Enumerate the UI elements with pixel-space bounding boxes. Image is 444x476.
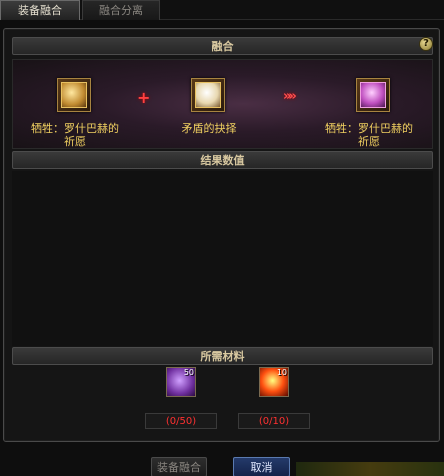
tab-bar: 装备融合 融合分离 [0,0,444,20]
material-count-2: 10 [276,368,287,377]
fusion-area: + »» 牺牲：罗什巴赫的 祈愿 矛盾的抉择 牺牲：罗什巴赫的 祈愿 [12,59,433,149]
right-item-label: 牺牲：罗什巴赫的 祈愿 [325,122,413,148]
middle-item-label: 矛盾的抉择 [181,122,237,135]
left-item-label: 牺牲：罗什巴赫的 祈愿 [31,122,119,148]
materials-header: 所需材料 [12,347,433,365]
help-icon[interactable]: ? [419,37,433,51]
material-count-1: 50 [183,368,194,377]
fusion-header: 融合 [12,37,433,55]
result-values-header: 结果数值 [12,151,433,169]
tab-fusion-separation[interactable]: 融合分离 [82,0,160,20]
arrow-right-icon: »» [283,89,297,104]
sacrifice-item-icon [61,82,87,108]
base-item-slot[interactable] [191,78,225,112]
material-slot-1[interactable]: 50 [166,367,196,397]
material-qty-1: (0/50) [145,413,217,429]
result-item-icon [360,82,386,108]
fuse-button[interactable]: 装备融合 [151,457,207,476]
result-values-panel [12,171,433,346]
fusion-window: 融合 ? + »» 牺牲：罗什巴赫的 祈愿 矛盾的抉择 牺牲：罗什巴赫的 祈愿 … [3,28,440,442]
materials-area: 50 (0/50) 10 (0/10) [12,367,433,437]
tab-equipment-fusion[interactable]: 装备融合 [0,0,80,20]
material-qty-2: (0/10) [238,413,310,429]
result-item-slot[interactable] [356,78,390,112]
cancel-button[interactable]: 取消 [233,457,290,476]
background-scene [296,462,444,476]
base-item-icon [195,82,221,108]
plus-icon: + [137,88,151,107]
material-slot-2[interactable]: 10 [259,367,289,397]
sacrifice-slot-left[interactable] [57,78,91,112]
